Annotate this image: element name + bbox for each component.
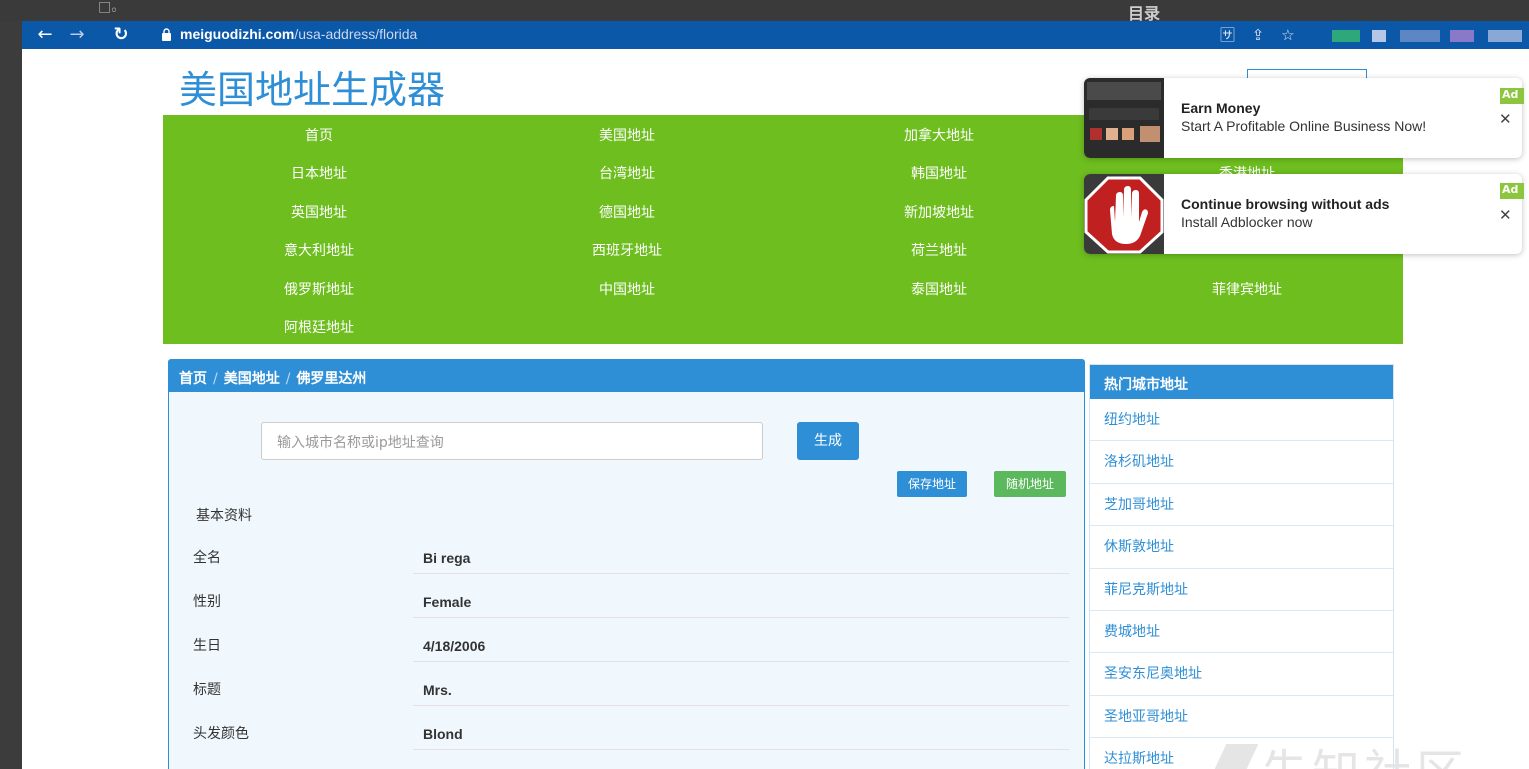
- nav-link[interactable]: 菲律宾地址: [1147, 279, 1347, 299]
- stop-hand-icon: [1084, 174, 1164, 254]
- hot-cities-title: 热门城市地址: [1090, 365, 1393, 399]
- info-value: Bi rega: [423, 550, 470, 566]
- nav-link[interactable]: 台湾地址: [527, 163, 727, 183]
- city-link[interactable]: 圣地亚哥地址: [1090, 696, 1393, 738]
- background-strip: □。 目录: [0, 0, 1529, 21]
- city-link[interactable]: 圣安东尼奥地址: [1090, 653, 1393, 695]
- info-label: 性别: [193, 591, 221, 611]
- watermark-text: 先知社区: [1260, 733, 1468, 769]
- row-divider: [413, 617, 1069, 618]
- breadcrumb-home[interactable]: 首页: [179, 371, 207, 387]
- city-search-input[interactable]: 输入城市名称或ip地址查询: [261, 422, 763, 460]
- info-label: 生日: [193, 635, 221, 655]
- info-row: 头发颜色 Blond: [189, 723, 1069, 767]
- breadcrumb-state: 佛罗里达州: [296, 371, 366, 387]
- ad-title: Continue browsing without ads: [1181, 196, 1389, 212]
- translate-icon[interactable]: 🈂: [1220, 26, 1235, 44]
- url-path: /usa-address/florida: [294, 26, 417, 42]
- ad-text: Install Adblocker now: [1181, 214, 1313, 230]
- info-value: 4/18/2006: [423, 638, 485, 654]
- background-text-left: □。: [98, 0, 125, 16]
- breadcrumb-separator: /: [286, 371, 291, 387]
- nav-link[interactable]: 泰国地址: [839, 279, 1039, 299]
- nav-link[interactable]: 阿根廷地址: [219, 317, 419, 337]
- generate-button[interactable]: 生成: [797, 422, 859, 460]
- site-logo[interactable]: 美国地址生成器: [179, 59, 445, 114]
- url-domain: meiguodizhi.com: [180, 26, 294, 42]
- ad-notification-adblocker[interactable]: Continue browsing without ads Install Ad…: [1084, 174, 1522, 254]
- info-label: 全名: [193, 547, 221, 567]
- address-panel: 首页 / 美国地址 / 佛罗里达州 输入城市名称或ip地址查询 生成 保存地址 随机地址…: [168, 359, 1085, 769]
- random-address-button[interactable]: 随机地址: [994, 471, 1066, 497]
- close-icon[interactable]: ✕: [1499, 206, 1512, 224]
- nav-link[interactable]: 中国地址: [527, 279, 727, 299]
- row-divider: [413, 705, 1069, 706]
- nav-link[interactable]: 荷兰地址: [839, 240, 1039, 260]
- info-row: 全名 Bi rega: [189, 547, 1069, 591]
- nav-link[interactable]: 西班牙地址: [527, 240, 727, 260]
- city-link[interactable]: 芝加哥地址: [1090, 484, 1393, 526]
- info-value: Female: [423, 594, 471, 610]
- share-icon[interactable]: ⇪: [1252, 26, 1265, 44]
- basic-info-title: 基本资料: [196, 505, 252, 525]
- page-viewport: 美国地址生成器 首页美国地址加拿大地址日本地址台湾地址韩国地址香港地址英国地址德…: [22, 49, 1529, 769]
- breadcrumb: 首页 / 美国地址 / 佛罗里达州: [169, 360, 1084, 392]
- nav-link[interactable]: 美国地址: [527, 125, 727, 145]
- nav-link[interactable]: 意大利地址: [219, 240, 419, 260]
- nav-link[interactable]: 首页: [219, 125, 419, 145]
- profile-avatar[interactable]: [1488, 30, 1522, 42]
- forward-arrow-icon[interactable]: →: [66, 23, 88, 47]
- address-bar[interactable]: meiguodizhi.com/usa-address/florida: [180, 26, 417, 42]
- lock-icon: [162, 28, 171, 41]
- info-row: 标题 Mrs.: [189, 679, 1069, 723]
- nav-link[interactable]: 日本地址: [219, 163, 419, 183]
- info-row: 性别 Female: [189, 591, 1069, 635]
- row-divider: [413, 749, 1069, 750]
- info-value: Blond: [423, 726, 463, 742]
- browser-icons: 🈂 ⇪ ☆: [1220, 24, 1295, 45]
- ad-badge: Ad: [1500, 88, 1524, 104]
- info-row: 生日 4/18/2006: [189, 635, 1069, 679]
- info-label: 头发颜色: [193, 723, 249, 743]
- reload-icon[interactable]: ↻: [110, 23, 132, 47]
- ad-title: Earn Money: [1181, 100, 1260, 116]
- extension-icon[interactable]: [1332, 30, 1360, 42]
- nav-link[interactable]: 英国地址: [219, 202, 419, 222]
- back-arrow-icon[interactable]: ←: [34, 23, 56, 47]
- info-value: Mrs.: [423, 682, 452, 698]
- row-divider: [413, 661, 1069, 662]
- nav-link[interactable]: 俄罗斯地址: [219, 279, 419, 299]
- extension-icon[interactable]: [1372, 30, 1386, 42]
- row-divider: [413, 573, 1069, 574]
- extension-icon[interactable]: [1450, 30, 1474, 42]
- nav-link[interactable]: 德国地址: [527, 202, 727, 222]
- hot-cities-panel: 热门城市地址 纽约地址洛杉矶地址芝加哥地址休斯敦地址菲尼克斯地址费城地址圣安东尼…: [1089, 364, 1394, 769]
- nav-link[interactable]: 新加坡地址: [839, 202, 1039, 222]
- info-label: 标题: [193, 679, 221, 699]
- ad-thumbnail-image: [1084, 78, 1164, 158]
- browser-toolbar: ← → ↻ meiguodizhi.com/usa-address/florid…: [22, 21, 1529, 49]
- city-link[interactable]: 纽约地址: [1090, 399, 1393, 441]
- ad-notification-earn-money[interactable]: Earn Money Start A Profitable Online Bus…: [1084, 78, 1522, 158]
- city-link[interactable]: 菲尼克斯地址: [1090, 569, 1393, 611]
- ad-badge: Ad: [1500, 183, 1524, 199]
- close-icon[interactable]: ✕: [1499, 110, 1512, 128]
- extension-icon[interactable]: [1400, 30, 1440, 42]
- city-link[interactable]: 洛杉矶地址: [1090, 441, 1393, 483]
- nav-link[interactable]: 韩国地址: [839, 163, 1039, 183]
- city-link[interactable]: 费城地址: [1090, 611, 1393, 653]
- save-address-button[interactable]: 保存地址: [897, 471, 967, 497]
- breadcrumb-country[interactable]: 美国地址: [224, 371, 280, 387]
- star-icon[interactable]: ☆: [1281, 26, 1294, 44]
- breadcrumb-separator: /: [213, 371, 218, 387]
- city-link[interactable]: 休斯敦地址: [1090, 526, 1393, 568]
- ad-text: Start A Profitable Online Business Now!: [1181, 118, 1426, 134]
- nav-link[interactable]: 加拿大地址: [839, 125, 1039, 145]
